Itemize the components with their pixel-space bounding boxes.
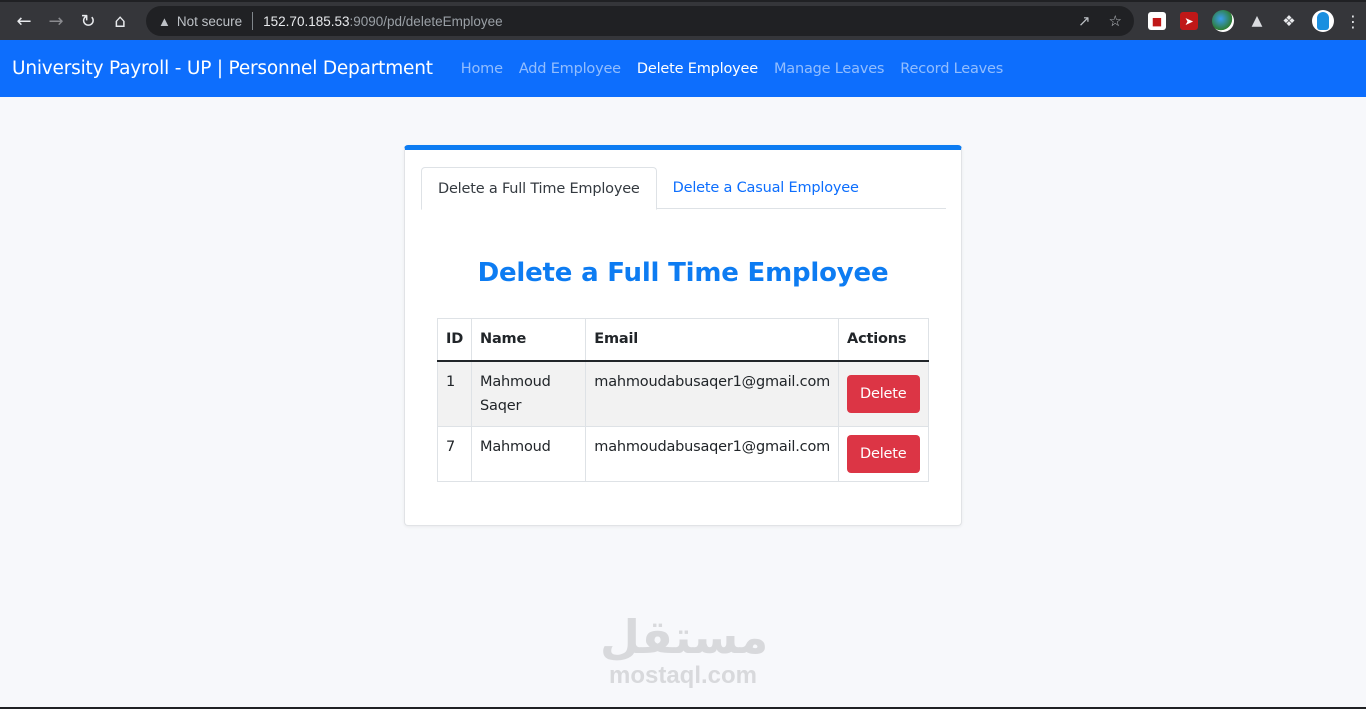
nav-link-delete-employee[interactable]: Delete Employee bbox=[629, 61, 766, 77]
delete-button[interactable]: Delete bbox=[847, 434, 920, 473]
table-row: 1 Mahmoud Saqer mahmoudabusaqer1@gmail.c… bbox=[436, 360, 929, 427]
tab-casual[interactable]: Delete a Casual Employee bbox=[657, 167, 875, 209]
forward-icon[interactable]: → bbox=[40, 5, 72, 37]
nav-link-record-leaves[interactable]: Record Leaves bbox=[892, 61, 1011, 77]
app-navbar: University Payroll - UP | Personnel Depa… bbox=[0, 40, 1366, 97]
nav-link-add-employee[interactable]: Add Employee bbox=[511, 61, 629, 77]
globe-extension-icon[interactable] bbox=[1212, 10, 1234, 32]
header-actions: Actions bbox=[838, 318, 929, 362]
nav-link-home[interactable]: Home bbox=[453, 61, 511, 77]
cell-actions: Delete bbox=[838, 425, 929, 482]
divider bbox=[252, 12, 254, 30]
cell-name: Mahmoud Saqer bbox=[471, 360, 587, 427]
header-name: Name bbox=[471, 318, 587, 362]
delete-employee-card: Delete a Full Time Employee Delete a Cas… bbox=[404, 145, 962, 526]
url-path: :9090/pd/deleteEmployee bbox=[349, 13, 503, 29]
tab-full-time[interactable]: Delete a Full Time Employee bbox=[421, 167, 657, 210]
triangle-extension-icon[interactable]: ▲ bbox=[1248, 12, 1266, 30]
url-host: 152.70.185.53 bbox=[263, 13, 350, 29]
watermark-latin: mostaql.com bbox=[608, 662, 758, 689]
home-icon[interactable]: ⌂ bbox=[104, 5, 136, 37]
header-id: ID bbox=[436, 318, 473, 362]
share-icon[interactable]: ↗ bbox=[1078, 12, 1091, 30]
navbar-brand[interactable]: University Payroll - UP | Personnel Depa… bbox=[12, 58, 433, 79]
back-icon[interactable]: ← bbox=[8, 5, 40, 37]
nav-link-manage-leaves[interactable]: Manage Leaves bbox=[766, 61, 892, 77]
cell-name: Mahmoud bbox=[471, 425, 587, 482]
table-header-row: ID Name Email Actions bbox=[436, 318, 929, 362]
star-icon[interactable]: ☆ bbox=[1109, 12, 1122, 30]
table-row: 7 Mahmoud mahmoudabusaqer1@gmail.com Del… bbox=[436, 425, 929, 482]
mcafee-extension-icon[interactable]: ■ bbox=[1148, 12, 1166, 30]
header-email: Email bbox=[585, 318, 840, 362]
profile-avatar-icon[interactable] bbox=[1312, 10, 1334, 32]
rocket-extension-icon[interactable]: ➤ bbox=[1180, 12, 1198, 30]
puzzle-extension-icon[interactable]: ❖ bbox=[1280, 12, 1298, 30]
tab-list: Delete a Full Time Employee Delete a Cas… bbox=[421, 167, 946, 210]
watermark: مستقل mostaql.com bbox=[600, 610, 769, 690]
security-label[interactable]: Not secure bbox=[177, 14, 242, 29]
browser-toolbar: ← → ↻ ⌂ ▲ Not secure 152.70.185.53:9090/… bbox=[0, 0, 1366, 40]
cell-email: mahmoudabusaqer1@gmail.com bbox=[585, 425, 840, 482]
watermark-arabic: مستقل bbox=[600, 610, 769, 664]
cell-id: 7 bbox=[436, 425, 473, 482]
cell-id: 1 bbox=[436, 360, 473, 427]
cell-actions: Delete bbox=[838, 360, 929, 427]
menu-icon[interactable]: ⋮ bbox=[1345, 12, 1361, 31]
address-bar[interactable]: ▲ Not secure 152.70.185.53:9090/pd/delet… bbox=[146, 6, 1134, 36]
page-title: Delete a Full Time Employee bbox=[477, 258, 889, 288]
delete-button[interactable]: Delete bbox=[847, 374, 920, 413]
reload-icon[interactable]: ↻ bbox=[72, 5, 104, 37]
warning-icon: ▲ bbox=[158, 13, 171, 29]
employees-table: ID Name Email Actions 1 Mahmoud Saqer ma… bbox=[436, 318, 929, 482]
cell-email: mahmoudabusaqer1@gmail.com bbox=[585, 360, 840, 427]
